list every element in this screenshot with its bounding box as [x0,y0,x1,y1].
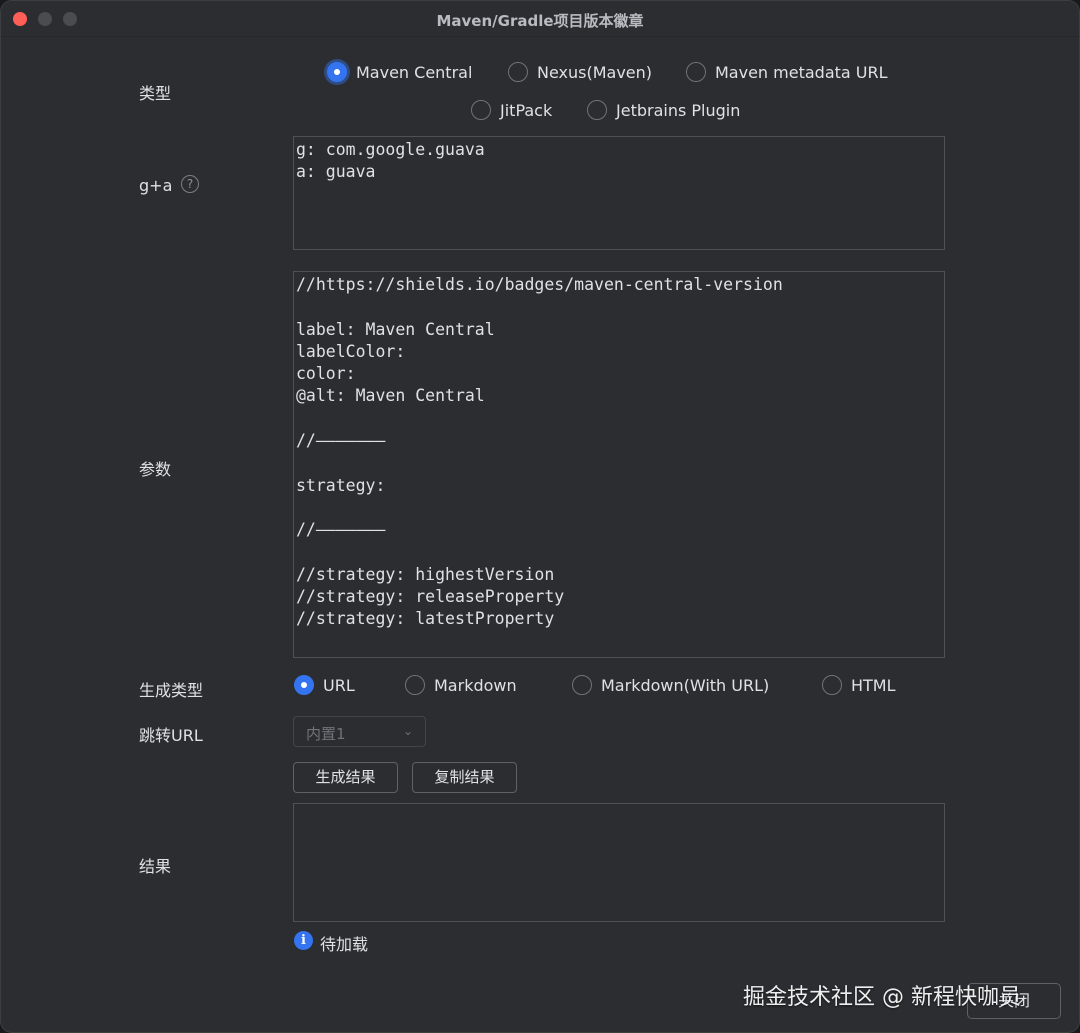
radio-indicator [405,675,425,695]
window-title: Maven/Gradle项目版本徽章 [436,12,644,30]
radio-indicator [686,62,706,82]
gen-radio-label: HTML [851,675,896,695]
radio-indicator [471,100,491,120]
type-radio-label: Maven metadata URL [715,62,888,82]
redirect-url-select-value: 内置1 [306,725,346,743]
radio-indicator [587,100,607,120]
result-textarea[interactable] [293,803,945,922]
type-radio-nexus[interactable]: Nexus(Maven) [508,62,652,82]
gen-radio-label: Markdown [434,675,517,695]
type-radio-jitpack[interactable]: JitPack [471,100,552,120]
gen-radio-url[interactable]: URL [294,675,355,695]
radio-indicator [822,675,842,695]
type-radio-jetbrains-plugin[interactable]: Jetbrains Plugin [587,100,740,120]
title-bar: Maven/Gradle项目版本徽章 [1,1,1079,37]
params-label: 参数 [139,460,172,479]
type-radio-maven-central[interactable]: Maven Central [327,62,472,82]
gen-radio-markdown-with-url[interactable]: Markdown(With URL) [572,675,769,695]
radio-indicator [327,62,347,82]
radio-indicator [294,675,314,695]
result-label: 结果 [139,857,172,876]
info-icon: i [294,931,313,950]
chevron-down-icon: ⌄ [402,724,413,738]
type-radio-label: Maven Central [356,62,473,82]
ga-label: g+a [139,176,173,195]
gen-radio-label: URL [323,675,355,695]
radio-indicator [572,675,592,695]
gen-type-label: 生成类型 [139,681,204,700]
redirect-url-select[interactable]: 内置1 ⌄ [293,716,426,747]
dialog-window: Maven/Gradle项目版本徽章 类型 Maven Central Nexu… [0,0,1080,1033]
copy-result-button[interactable]: 复制结果 [412,762,517,793]
radio-indicator [508,62,528,82]
help-icon[interactable]: ? [181,175,199,193]
ga-textarea[interactable]: g: com.google.guava a: guava [293,136,945,250]
generate-result-button[interactable]: 生成结果 [293,762,398,793]
type-radio-label: JitPack [500,100,553,120]
watermark-text: 掘金技术社区 @ 新程快咖员 [743,985,1021,1010]
gen-radio-label: Markdown(With URL) [601,675,770,695]
type-label: 类型 [139,84,172,103]
redirect-url-label: 跳转URL [139,726,203,745]
status-text: 待加载 [320,935,369,954]
type-radio-maven-metadata-url[interactable]: Maven metadata URL [686,62,888,82]
gen-radio-markdown[interactable]: Markdown [405,675,517,695]
type-radio-label: Nexus(Maven) [537,62,653,82]
gen-radio-html[interactable]: HTML [822,675,896,695]
type-radio-label: Jetbrains Plugin [616,100,741,120]
params-textarea[interactable]: //https://shields.io/badges/maven-centra… [293,271,945,658]
